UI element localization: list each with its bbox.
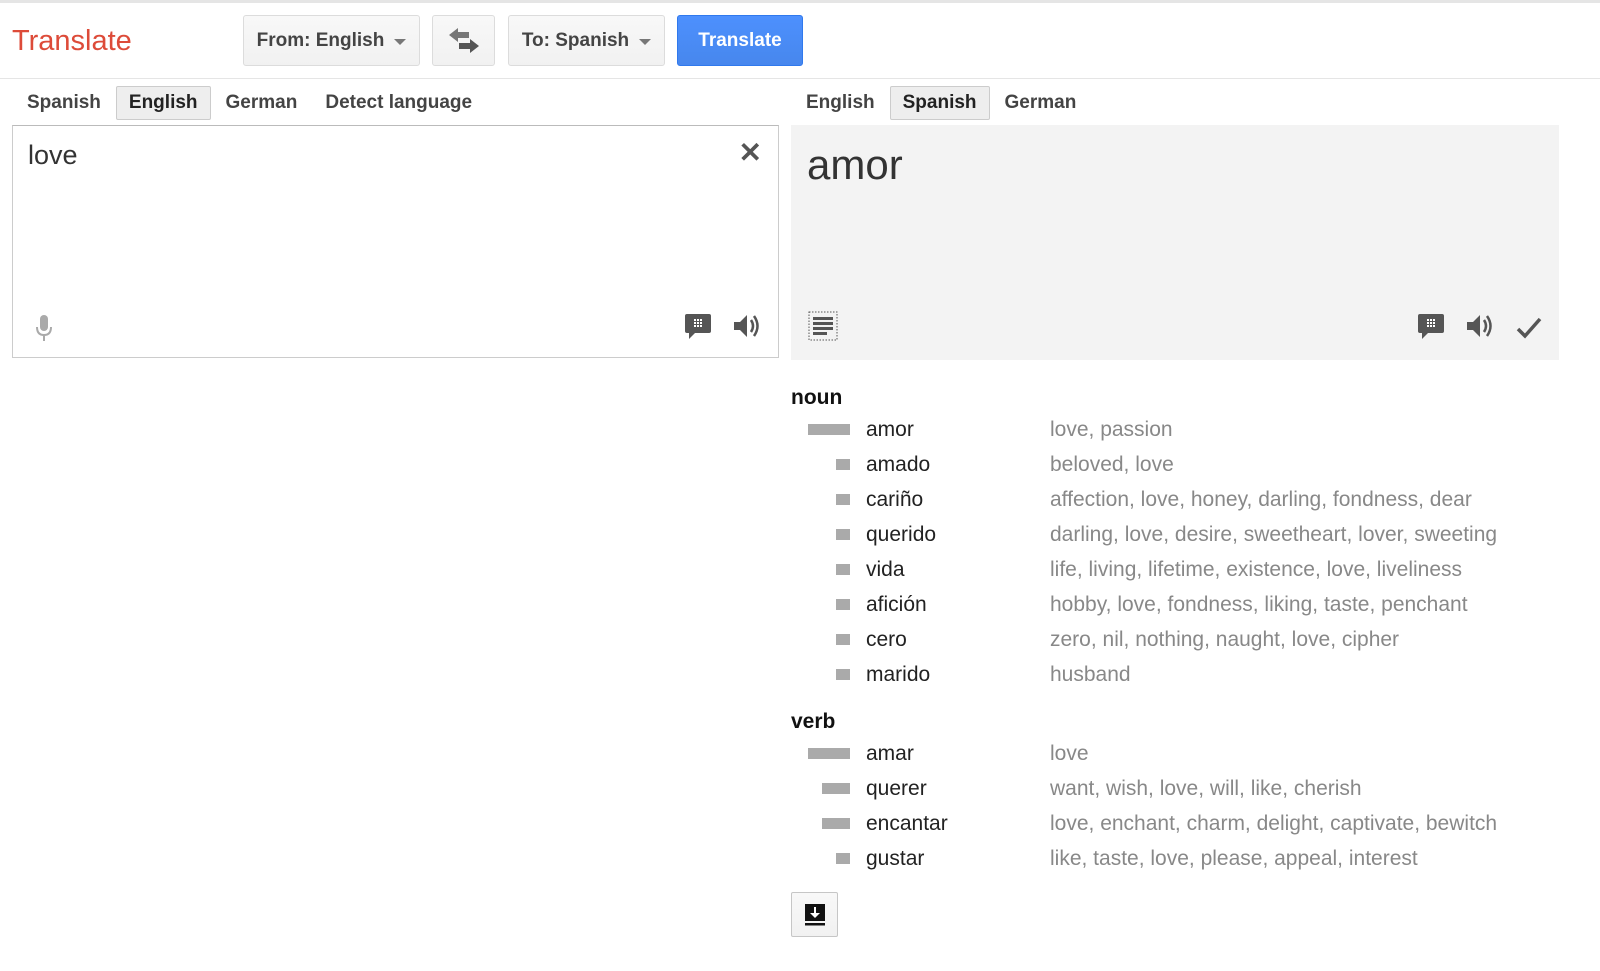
dictionary-entry: vida life, living, lifetime, existence, l… — [791, 552, 1591, 587]
speaker-icon[interactable] — [1465, 312, 1495, 340]
dictionary-synonyms[interactable]: love, passion — [1050, 412, 1173, 447]
translate-button[interactable]: Translate — [677, 15, 803, 66]
source-language-tabs: Spanish English German Detect language — [14, 86, 487, 120]
source-tab-english[interactable]: English — [115, 86, 211, 120]
target-tab-english[interactable]: English — [793, 86, 888, 120]
dictionary: noun amor love, passion amado beloved, love… — [791, 384, 1591, 876]
dictionary-word[interactable]: cariño — [866, 482, 923, 517]
download-icon — [804, 903, 825, 925]
dictionary-synonyms[interactable]: want, wish, love, will, like, cherish — [1050, 771, 1362, 806]
dictionary-word[interactable]: marido — [866, 657, 930, 692]
dictionary-entry: amar love — [791, 736, 1591, 771]
list-icon[interactable] — [808, 311, 838, 341]
dictionary-word[interactable]: cero — [866, 622, 907, 657]
swap-languages-button[interactable] — [432, 15, 495, 66]
source-text-input[interactable]: love ✕ — [12, 125, 779, 358]
clear-icon[interactable]: ✕ — [739, 136, 762, 169]
frequency-bar — [822, 818, 850, 829]
to-language-label: To: Spanish — [521, 29, 630, 51]
noun-group: noun amor love, passion amado beloved, love… — [791, 384, 1591, 692]
dictionary-synonyms[interactable]: affection, love, honey, darling, fondnes… — [1050, 482, 1472, 517]
part-of-speech-noun: noun — [791, 386, 843, 409]
dictionary-entry: cero zero, nil, nothing, naught, love, ci… — [791, 622, 1591, 657]
dictionary-synonyms[interactable]: love — [1050, 736, 1089, 771]
dictionary-synonyms[interactable]: love, enchant, charm, delight, captivate… — [1050, 806, 1497, 841]
dictionary-word[interactable]: amor — [866, 412, 914, 447]
frequency-bar — [836, 564, 850, 575]
to-language-dropdown[interactable]: To: Spanish — [508, 15, 665, 66]
dictionary-entry: cariño affection, love, honey, darling, f… — [791, 482, 1591, 517]
dictionary-word[interactable]: amado — [866, 447, 930, 482]
part-of-speech-verb: verb — [791, 710, 836, 733]
dictionary-entry: marido husband — [791, 657, 1591, 692]
dictionary-entry: querido darling, love, desire, sweetheart… — [791, 517, 1591, 552]
dictionary-entry: afición hobby, love, fondness, liking, ta… — [791, 587, 1591, 622]
app-title: Translate — [12, 25, 132, 57]
dictionary-word[interactable]: querido — [866, 517, 936, 552]
source-text[interactable]: love — [28, 140, 78, 171]
dictionary-entry: encantar love, enchant, charm, delight, c… — [791, 806, 1591, 841]
translation-result: amor — [791, 125, 1559, 360]
dictionary-synonyms[interactable]: like, taste, love, please, appeal, inter… — [1050, 841, 1418, 876]
keyboard-icon[interactable] — [684, 313, 712, 341]
keyboard-icon[interactable] — [1417, 313, 1445, 341]
check-icon[interactable] — [1515, 315, 1543, 341]
frequency-bar — [836, 669, 850, 680]
translation-text[interactable]: amor — [807, 141, 903, 189]
dictionary-word[interactable]: encantar — [866, 806, 948, 841]
dictionary-synonyms[interactable]: hobby, love, fondness, liking, taste, pe… — [1050, 587, 1468, 622]
dictionary-word[interactable]: gustar — [866, 841, 924, 876]
from-language-label: From: English — [256, 29, 385, 51]
frequency-bar — [836, 634, 850, 645]
dictionary-synonyms[interactable]: beloved, love — [1050, 447, 1174, 482]
source-tab-german[interactable]: German — [213, 86, 311, 120]
header: Translate From: English To: Spanish Tran… — [0, 3, 1600, 79]
source-tab-detect-language[interactable]: Detect language — [312, 86, 485, 120]
verb-group: verb amar love querer want, wish, love, wil… — [791, 708, 1591, 876]
dictionary-word[interactable]: querer — [866, 771, 927, 806]
frequency-bar — [822, 783, 850, 794]
chevron-down-icon — [394, 38, 407, 45]
download-button[interactable] — [791, 892, 838, 937]
dictionary-word[interactable]: amar — [866, 736, 914, 771]
target-language-tabs: English Spanish German — [793, 86, 1091, 120]
frequency-bar — [836, 599, 850, 610]
frequency-bar — [836, 853, 850, 864]
dictionary-entry: querer want, wish, love, will, like, cher… — [791, 771, 1591, 806]
frequency-bar — [836, 529, 850, 540]
dictionary-synonyms[interactable]: zero, nil, nothing, naught, love, cipher — [1050, 622, 1399, 657]
target-tab-spanish[interactable]: Spanish — [889, 86, 990, 120]
swap-languages-icon — [448, 27, 479, 53]
from-language-dropdown[interactable]: From: English — [243, 15, 420, 66]
frequency-bar — [808, 748, 850, 759]
frequency-bar — [836, 459, 850, 470]
source-tab-spanish[interactable]: Spanish — [14, 86, 114, 120]
frequency-bar — [808, 424, 850, 435]
speaker-icon[interactable] — [732, 312, 762, 340]
dictionary-entry: amado beloved, love — [791, 447, 1591, 482]
microphone-icon[interactable] — [34, 314, 54, 342]
frequency-bar — [836, 494, 850, 505]
dictionary-synonyms[interactable]: husband — [1050, 657, 1131, 692]
chevron-down-icon — [639, 38, 652, 45]
dictionary-synonyms[interactable]: life, living, lifetime, existence, love,… — [1050, 552, 1462, 587]
dictionary-word[interactable]: afición — [866, 587, 927, 622]
dictionary-word[interactable]: vida — [866, 552, 905, 587]
dictionary-entry: gustar like, taste, love, please, appeal,… — [791, 841, 1591, 876]
dictionary-synonyms[interactable]: darling, love, desire, sweetheart, lover… — [1050, 517, 1497, 552]
target-tab-german[interactable]: German — [992, 86, 1090, 120]
dictionary-entry: amor love, passion — [791, 412, 1591, 447]
